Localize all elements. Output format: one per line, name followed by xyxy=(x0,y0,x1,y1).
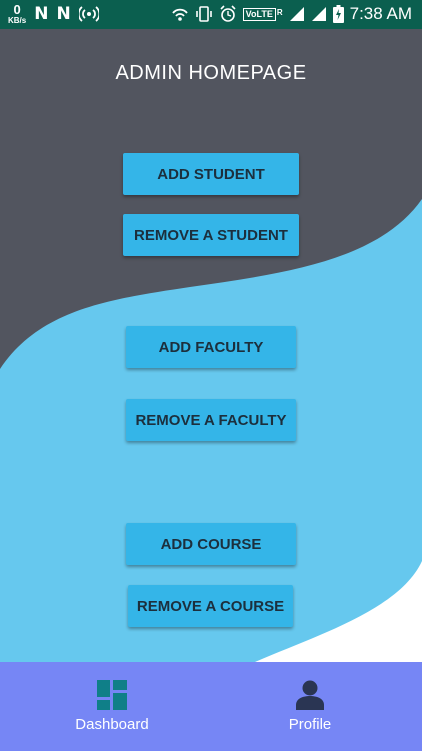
nav-item-dashboard[interactable]: Dashboard xyxy=(52,662,172,751)
add-faculty-button[interactable]: ADD FACULTY xyxy=(126,326,296,368)
alarm-icon xyxy=(220,5,236,22)
clock: 7:38 AM xyxy=(349,4,412,23)
network-speed-value: 0 xyxy=(13,2,21,17)
add-student-button[interactable]: ADD STUDENT xyxy=(123,153,299,195)
network-speed-unit: KB/s xyxy=(8,16,27,25)
vibrate-icon xyxy=(195,6,212,22)
status-bar-right: VoLTE R 7:38 AM xyxy=(171,4,412,24)
status-bar-left: 0 KB/s N N xyxy=(8,3,99,25)
nav-label-profile: Profile xyxy=(288,716,332,733)
add-course-button[interactable]: ADD COURSE xyxy=(126,523,296,565)
nav-item-profile[interactable]: Profile xyxy=(250,662,370,751)
remove-faculty-button[interactable]: REMOVE A FACULTY xyxy=(126,399,296,441)
signal-icon xyxy=(289,7,304,21)
nav-label-dashboard: Dashboard xyxy=(75,716,149,733)
bottom-navigation: Dashboard Profile xyxy=(0,662,422,751)
roaming-indicator: R xyxy=(276,7,283,17)
person-icon xyxy=(296,680,324,710)
volte-badge: VoLTE xyxy=(242,7,276,21)
battery-charging-icon xyxy=(332,5,344,23)
page-title: ADMIN HOMEPAGE xyxy=(115,62,307,84)
remove-course-button[interactable]: REMOVE A COURSE xyxy=(128,585,293,627)
signal-icon xyxy=(311,7,326,21)
dashboard-icon xyxy=(97,680,127,710)
n-notification-icon: N xyxy=(34,4,49,24)
wifi-calling-icon xyxy=(171,8,188,21)
status-bar: 0 KB/s N N VoLTE R 7:38 AM xyxy=(0,0,422,29)
network-speed: 0 KB/s xyxy=(8,3,26,25)
hotspot-icon xyxy=(78,6,99,22)
remove-student-button[interactable]: REMOVE A STUDENT xyxy=(123,214,299,256)
n-notification-icon: N xyxy=(56,4,71,24)
